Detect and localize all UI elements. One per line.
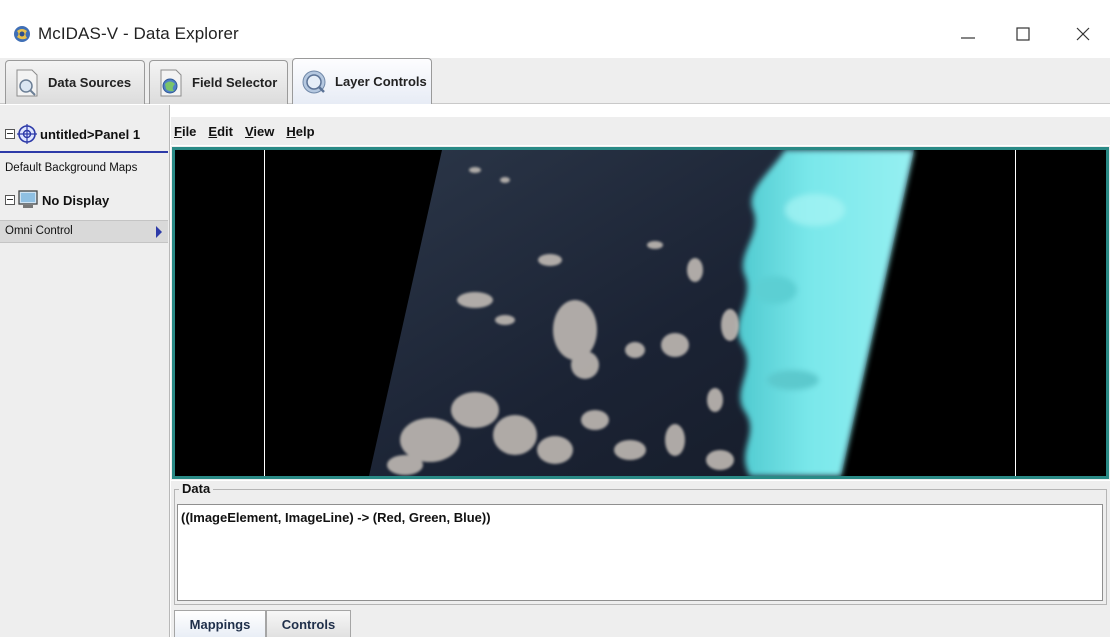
mcidas-app-icon (14, 26, 30, 42)
menu-edit[interactable]: Edit (208, 124, 233, 139)
selection-underline (0, 151, 168, 153)
panel-node-label: untitled>Panel 1 (40, 126, 141, 142)
tab-layer-controls[interactable]: Layer Controls (292, 58, 432, 104)
main-tab-strip: Data Sources Field Selector Layer Contro… (0, 58, 1110, 104)
default-background-maps-item[interactable]: Default Background Maps (0, 157, 170, 179)
menu-view[interactable]: View (245, 124, 274, 139)
tab-mappings[interactable]: Mappings (174, 610, 266, 637)
layer-tree-panel: untitled>Panel 1 Default Background Maps… (0, 105, 170, 637)
title-bar: McIDAS-V - Data Explorer (0, 0, 1110, 58)
omni-control-item[interactable]: Omni Control (0, 220, 168, 243)
tab-mappings-label: Mappings (189, 616, 251, 632)
menu-help[interactable]: Help (286, 124, 314, 139)
tab-data-sources-label: Data Sources (48, 75, 132, 90)
minimize-button[interactable] (956, 22, 980, 46)
data-section: Data ((ImageElement, ImageLine) -> (Red,… (171, 481, 1110, 607)
collapse-toggle-icon[interactable] (5, 195, 15, 205)
tab-controls-label: Controls (281, 616, 336, 632)
tree-node-panel[interactable]: untitled>Panel 1 (0, 119, 170, 149)
tab-controls[interactable]: Controls (266, 610, 351, 637)
close-icon (1076, 27, 1090, 41)
map-viewer (171, 146, 1110, 480)
field-selector-icon (160, 69, 182, 96)
submenu-arrow-icon (156, 226, 162, 238)
close-button[interactable] (1071, 22, 1095, 46)
satellite-image (175, 150, 1106, 476)
collapse-toggle-icon[interactable] (5, 129, 15, 139)
data-sources-icon (16, 69, 38, 96)
crosshair-globe-icon (17, 124, 37, 144)
tab-layer-controls-label: Layer Controls (335, 74, 427, 89)
monitor-icon (18, 190, 38, 208)
display-menubar: File Edit View Help (171, 117, 1110, 145)
maximize-icon (1016, 27, 1030, 41)
bottom-tab-strip: Mappings Controls (171, 607, 1110, 637)
menu-file[interactable]: File (174, 124, 196, 139)
minimize-icon (961, 37, 975, 39)
map-display-canvas[interactable] (172, 147, 1109, 479)
data-type-text: ((ImageElement, ImageLine) -> (Red, Gree… (177, 504, 1103, 601)
tab-field-selector-label: Field Selector (192, 75, 278, 90)
tab-data-sources[interactable]: Data Sources (5, 60, 145, 104)
tree-node-display[interactable]: No Display (0, 185, 170, 215)
layer-controls-icon (302, 70, 326, 93)
tab-field-selector[interactable]: Field Selector (149, 60, 288, 104)
display-node-label: No Display (42, 192, 110, 208)
data-section-title: Data (179, 481, 214, 496)
omni-control-label: Omni Control (5, 225, 73, 237)
window-title: McIDAS-V - Data Explorer (38, 24, 239, 43)
maximize-button[interactable] (1011, 22, 1035, 46)
